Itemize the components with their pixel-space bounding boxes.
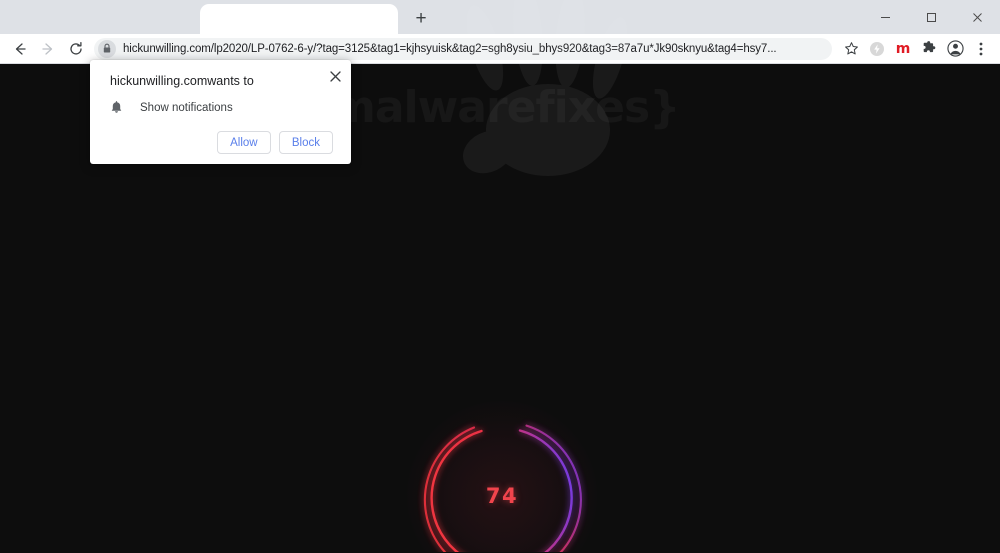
bookmark-star-button[interactable]: [838, 36, 864, 62]
maximize-button[interactable]: [908, 0, 954, 34]
window-controls: [862, 0, 1000, 34]
minimize-button[interactable]: [862, 0, 908, 34]
flash-circle-icon: [870, 41, 884, 56]
malwarebytes-logo: m: [895, 40, 911, 57]
lock-icon: [103, 43, 111, 53]
tab-strip: +: [0, 0, 1000, 34]
site-info-button[interactable]: [98, 39, 116, 58]
browser-tab[interactable]: [200, 4, 398, 34]
dialog-actions: Allow Block: [110, 131, 337, 154]
extensions-button[interactable]: [916, 36, 942, 62]
reload-button[interactable]: [62, 36, 90, 62]
url-text[interactable]: hickunwilling.com/lp2020/LP-0762-6-y/?ta…: [123, 43, 777, 55]
new-tab-button[interactable]: +: [404, 4, 438, 32]
permission-label: Show notifications: [140, 102, 233, 114]
back-button[interactable]: [6, 36, 34, 62]
permission-row: Show notifications: [110, 101, 337, 115]
tab-title: [200, 4, 398, 12]
flash-extension-button[interactable]: [864, 36, 890, 62]
back-arrow-icon: [15, 42, 26, 55]
address-bar[interactable]: hickunwilling.com/lp2020/LP-0762-6-y/?ta…: [94, 37, 832, 60]
puzzle-piece-icon: [923, 40, 936, 52]
dialog-title: hickunwilling.comwants to: [110, 74, 254, 88]
malwarebytes-extension-button[interactable]: m: [890, 36, 916, 62]
block-button[interactable]: Block: [278, 131, 333, 154]
forward-arrow-icon: [42, 42, 53, 55]
notification-permission-dialog: hickunwilling.comwants to Show notificat…: [90, 60, 351, 164]
spinner-arcs: [423, 424, 582, 552]
allow-button[interactable]: Allow: [216, 131, 271, 154]
browser-menu-button[interactable]: [968, 36, 994, 62]
forward-button[interactable]: [34, 36, 62, 62]
close-icon: [329, 70, 341, 82]
three-dot-menu-icon: [979, 42, 983, 55]
profile-button[interactable]: [942, 36, 968, 62]
spinner-percent-value: 74: [485, 484, 519, 508]
browser-window: + hickunwilling.com/lp2020/LP-0762-6-y/?…: [0, 0, 1000, 553]
close-button[interactable]: [954, 0, 1000, 34]
star-icon: [844, 42, 858, 55]
bell-icon: [110, 101, 126, 115]
dialog-close-button[interactable]: [327, 68, 343, 84]
loading-spinner: 74: [402, 396, 602, 552]
reload-icon: [70, 41, 82, 55]
profile-avatar-icon: [946, 40, 964, 57]
